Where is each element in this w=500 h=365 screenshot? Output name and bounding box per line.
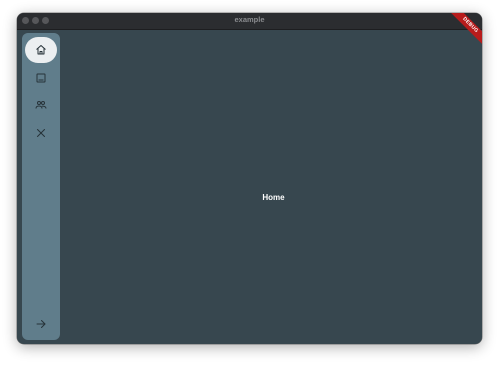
app-body: Home: [17, 30, 482, 344]
window-title: example: [234, 15, 265, 24]
debug-banner: DEBUG: [442, 13, 482, 53]
navigation-rail: [22, 33, 60, 340]
rail-item-people[interactable]: [25, 92, 57, 118]
rail-item-home[interactable]: [25, 37, 57, 63]
rail-item-image[interactable]: [25, 65, 57, 91]
arrow-right-icon: [36, 320, 46, 328]
close-icon: [37, 129, 45, 137]
rail-trailing-button[interactable]: [25, 311, 57, 337]
page-label: Home: [262, 193, 285, 202]
debug-banner-label: DEBUG: [448, 13, 482, 48]
app-window: example Home DEBUG: [17, 13, 482, 344]
home-icon: [36, 45, 46, 55]
title-bar: example: [17, 13, 482, 30]
rail-item-close[interactable]: [25, 120, 57, 146]
main-content: Home: [65, 30, 482, 344]
people-icon: [35, 101, 47, 109]
image-icon: [36, 73, 46, 83]
